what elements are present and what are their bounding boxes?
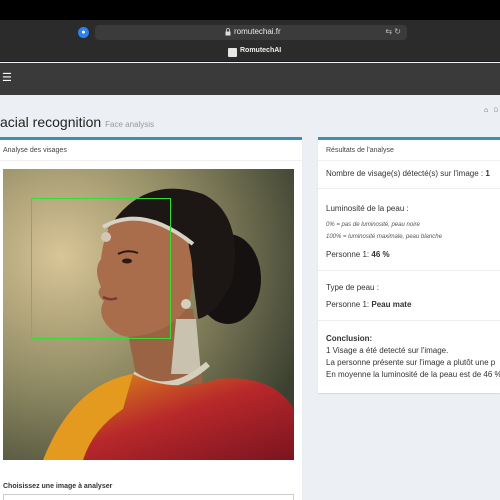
results-divider [318, 188, 500, 189]
browser-toolbar: ● romutechai.fr ⇆ ↻ RomutechAI [0, 20, 500, 62]
results-divider [318, 320, 500, 321]
url-text: romutechai.fr [234, 27, 281, 36]
breadcrumb[interactable]: D [494, 108, 498, 114]
luminosity-note-hundred: 100% = luminosité maximale, peau blanche [326, 234, 442, 240]
os-top-bar [0, 0, 500, 20]
person1-skin-type-value: Peau mate [371, 300, 412, 309]
tab-title[interactable]: RomutechAI [240, 47, 281, 54]
conclusion-line-3: En moyenne la luminosité de la peau est … [326, 370, 500, 379]
person1-luminosity-value: 46 % [371, 250, 390, 259]
site-favicon-icon [228, 48, 237, 57]
hamburger-menu-icon[interactable]: ☰ [2, 71, 12, 84]
faces-count-line: Nombre de visage(s) détecté(s) sur l'ima… [326, 169, 490, 178]
image-file-input[interactable] [3, 494, 294, 500]
person1-luminosity: Personne 1: 46 % [326, 250, 390, 259]
person1-skin-type: Personne 1: Peau mate [326, 300, 411, 309]
choose-image-label: Choisissez une image à analyser [3, 483, 113, 490]
person1-skin-type-label: Personne 1: [326, 300, 372, 309]
address-bar[interactable]: romutechai.fr ⇆ ↻ [95, 25, 407, 40]
face-analysis-header: Analyse des visages [0, 140, 302, 161]
lock-icon [225, 28, 231, 36]
results-divider [318, 270, 500, 271]
page-subtitle: Face analysis [105, 120, 155, 129]
faces-count-label: Nombre de visage(s) détecté(s) sur l'ima… [326, 169, 486, 178]
detected-face-bounding-box [31, 198, 171, 339]
luminosity-note-zero: 0% = pas de luminosité, peau noire [326, 222, 420, 228]
privacy-shield-icon[interactable]: ● [78, 27, 89, 38]
conclusion-title: Conclusion: [326, 334, 373, 343]
app-navbar: ☰ [0, 63, 500, 95]
reload-icon[interactable]: ⇆ ↻ [385, 27, 401, 36]
page-title: acial recognition Face analysis [0, 114, 154, 130]
conclusion-line-1: 1 Visage a été detecté sur l'image. [326, 346, 449, 355]
person1-luminosity-label: Personne 1: [326, 250, 372, 259]
skin-type-title: Type de peau : [326, 283, 379, 292]
results-header: Résultats de l'analyse [318, 140, 500, 161]
conclusion-line-2: La personne présente sur l'image a plutô… [326, 358, 496, 367]
luminosity-title: Luminosité de la peau : [326, 204, 409, 213]
faces-count-value: 1 [485, 169, 490, 178]
breadcrumb-home-icon[interactable]: ⌂ [484, 107, 488, 114]
page-title-text: acial recognition [0, 114, 102, 130]
